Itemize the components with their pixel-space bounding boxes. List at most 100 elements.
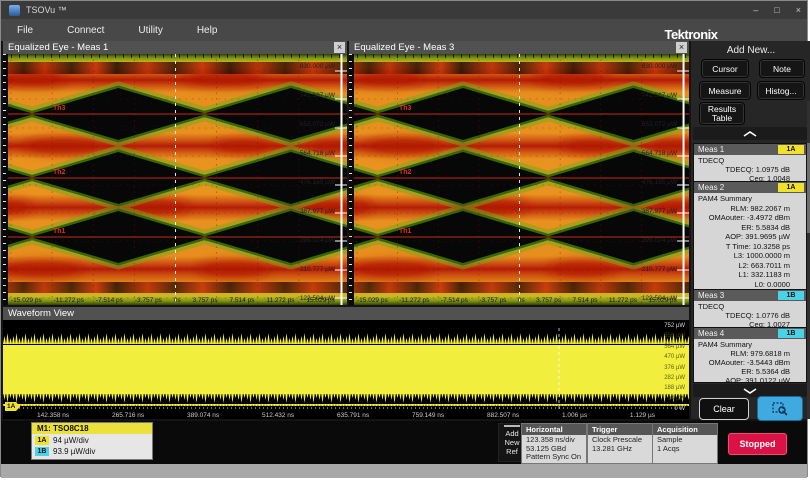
histogram-button[interactable]: Histog... [757, 81, 805, 100]
eye2-left-ticks [349, 54, 354, 305]
eye2-plot[interactable]: Th3 Th2 Th1 830.000 µW741.587 µW653.072 … [349, 54, 689, 305]
x-axis-tick-label: 3.757 ps [193, 297, 218, 304]
result-line: OMAouter: -3.5443 dBm [696, 358, 804, 367]
eye1-threshold2-label: Th2 [53, 169, 65, 176]
meas2-name: Meas 2 [698, 183, 724, 192]
result-line: PAM4 Summary [696, 194, 804, 204]
y-axis-tick-label: 282 µW [664, 375, 685, 381]
channel-row-1b[interactable]: 1B 93.9 µW/div [35, 446, 149, 457]
setting-line: 1 Acqs [657, 445, 713, 454]
zoom-select-button[interactable] [757, 396, 803, 421]
eye2-threshold2-label: Th2 [399, 169, 411, 176]
acquisition-title: Acquisition [653, 424, 717, 435]
x-axis-tick-label: -15.029 ps [11, 297, 42, 304]
eye1-threshold1-label: Th1 [53, 228, 65, 235]
measure-button[interactable]: Measure [699, 81, 751, 100]
y-axis-tick-label: 470 µW [664, 354, 685, 360]
x-axis-tick-label: -11.272 ps [54, 297, 84, 304]
eye2-threshold1-label: Th1 [399, 228, 411, 235]
horizontal-settings-panel[interactable]: Horizontal 123.358 ns/div53.125 GBdPatte… [521, 423, 587, 464]
app-title: TSOVu ™ [26, 5, 67, 15]
y-axis-tick-label: 741.587 µW [642, 92, 677, 99]
meas2-results: PAM4 SummaryRLM: 982.2067 mOMAouter: -3.… [694, 193, 806, 290]
waveform-plot[interactable]: 1A 752 µW658 µW564 µW470 µW376 µW282 µW1… [3, 320, 689, 419]
maximize-icon[interactable]: □ [774, 5, 779, 15]
x-axis-tick-label: 15.029 ps [306, 297, 335, 304]
menu-item-connect[interactable]: Connect [67, 25, 104, 36]
eye1-left-ticks [3, 54, 8, 305]
chevron-down-icon [743, 388, 757, 394]
x-axis-tick-label: 635.791 ns [337, 412, 369, 419]
eye2-close-icon[interactable]: × [676, 42, 687, 53]
clear-button[interactable]: Clear [699, 398, 749, 420]
eye2-title: Equalized Eye - Meas 3 [354, 42, 454, 53]
x-axis-tick-label: -3.757 ps [479, 297, 506, 304]
menu-item-file[interactable]: File [17, 25, 33, 36]
eye-diagram-panel-meas1: Equalized Eye - Meas 1 × [3, 41, 347, 305]
acquisition-settings-panel[interactable]: Acquisition Sample1 Acqs [652, 423, 718, 464]
x-axis-tick-label: 3.757 ps [536, 297, 561, 304]
cursor-button[interactable]: Cursor [701, 59, 749, 78]
x-axis-tick-label: -15.029 ps [357, 297, 388, 304]
menu-item-utility[interactable]: Utility [138, 25, 162, 36]
meas4-header: Meas 4 1B [694, 328, 806, 339]
module-source-box[interactable]: M1: TSO8C18 1A 94 µW/div 1B 93.9 µW/div [31, 422, 153, 460]
result-line: L0: 0.0000 [696, 280, 804, 290]
meas3-card[interactable]: Meas 3 1B TDECQTDECQ: 1.0776 dBCeq: 1.00… [693, 289, 807, 331]
app-icon [9, 5, 20, 16]
channel-1a-scale: 94 µW/div [53, 435, 89, 446]
trigger-values: Clock Prescale13.281 GHz [588, 435, 652, 463]
meas3-header: Meas 3 1B [694, 290, 806, 301]
x-axis-tick-label: -3.757 ps [135, 297, 162, 304]
note-button[interactable]: Note [759, 59, 805, 78]
eye1-close-icon[interactable]: × [334, 42, 345, 53]
y-axis-tick-label: 376 µW [664, 365, 685, 371]
divider [504, 425, 520, 427]
meas4-channel-badge: 1B [778, 329, 804, 338]
menu-item-help[interactable]: Help [197, 25, 218, 36]
sidebar: Add New... Cursor Note Measure Histog...… [691, 41, 810, 419]
waveform-view-panel: Waveform View 1A 752 µ [3, 307, 689, 419]
channel-row-1a[interactable]: 1A 94 µW/div [35, 435, 149, 446]
y-axis-tick-label: 476.165 µW [642, 179, 677, 186]
eye1-plot[interactable]: Th3 Th2 Th1 830.000 µW741.587 µW653.072 … [3, 54, 347, 305]
eye1-x-axis-labels: -15.029 ps-11.272 ps-7.514 ps-3.757 ps0s… [11, 297, 335, 304]
y-axis-tick-label: 564.718 µW [642, 150, 677, 157]
meas1-card[interactable]: Meas 1 1A TDECQTDECQ: 1.0975 dBCeq: 1.00… [693, 143, 807, 185]
y-axis-tick-label: 564 µW [664, 344, 685, 350]
eye1-heatmap [3, 54, 347, 305]
x-axis-tick-label: 882.507 ns [487, 412, 519, 419]
x-axis-tick-label: 512.432 ns [262, 412, 294, 419]
collapse-up-button[interactable] [693, 127, 807, 140]
x-axis-tick-label: 7.514 ps [230, 297, 255, 304]
y-axis-tick-label: 210.777 µW [642, 266, 677, 273]
minimize-icon[interactable]: – [753, 5, 758, 15]
zoom-select-icon [772, 402, 788, 416]
result-line: RLM: 979.6818 m [696, 349, 804, 358]
meas1-channel-badge: 1A [778, 145, 804, 154]
results-table-button[interactable]: Results Table [699, 102, 745, 125]
y-axis-tick-label: 299.024 µW [300, 237, 335, 244]
tektronix-logo: Tektronix [649, 27, 733, 42]
acquisition-values: Sample1 Acqs [653, 435, 717, 463]
result-line: TDECQ: 1.0975 dB [696, 165, 804, 174]
y-axis-tick-label: 830.000 µW [300, 63, 335, 70]
meas2-card[interactable]: Meas 2 1A PAM4 SummaryRLM: 982.2067 mOMA… [693, 181, 807, 291]
trigger-settings-panel[interactable]: Trigger Clock Prescale13.281 GHz [587, 423, 653, 464]
waveform-trace [3, 320, 689, 419]
y-axis-tick-label: 94 µW [668, 396, 685, 402]
meas3-results: TDECQTDECQ: 1.0776 dBCeq: 1.0027 [694, 301, 806, 330]
horizontal-title: Horizontal [522, 424, 586, 435]
result-line: ER: 5.5834 dB [696, 223, 804, 233]
waveform-title-bar: Waveform View [3, 307, 689, 320]
eye1-y-axis-labels: 830.000 µW741.587 µW653.072 µW564.718 µW… [300, 63, 335, 302]
meas4-card[interactable]: Meas 4 1B PAM4 SummaryRLM: 979.6818 mOMA… [693, 327, 807, 383]
channel-1b-badge: 1B [35, 447, 49, 456]
x-axis-tick-label: 1.129 µs [630, 412, 655, 419]
close-icon[interactable]: × [796, 5, 801, 15]
x-axis-tick-label: 0s [518, 297, 525, 304]
eye1-title-bar: Equalized Eye - Meas 1 × [3, 41, 347, 54]
x-axis-tick-label: -7.514 ps [441, 297, 468, 304]
run-stop-button[interactable]: Stopped [728, 433, 787, 455]
meas1-header: Meas 1 1A [694, 144, 806, 155]
